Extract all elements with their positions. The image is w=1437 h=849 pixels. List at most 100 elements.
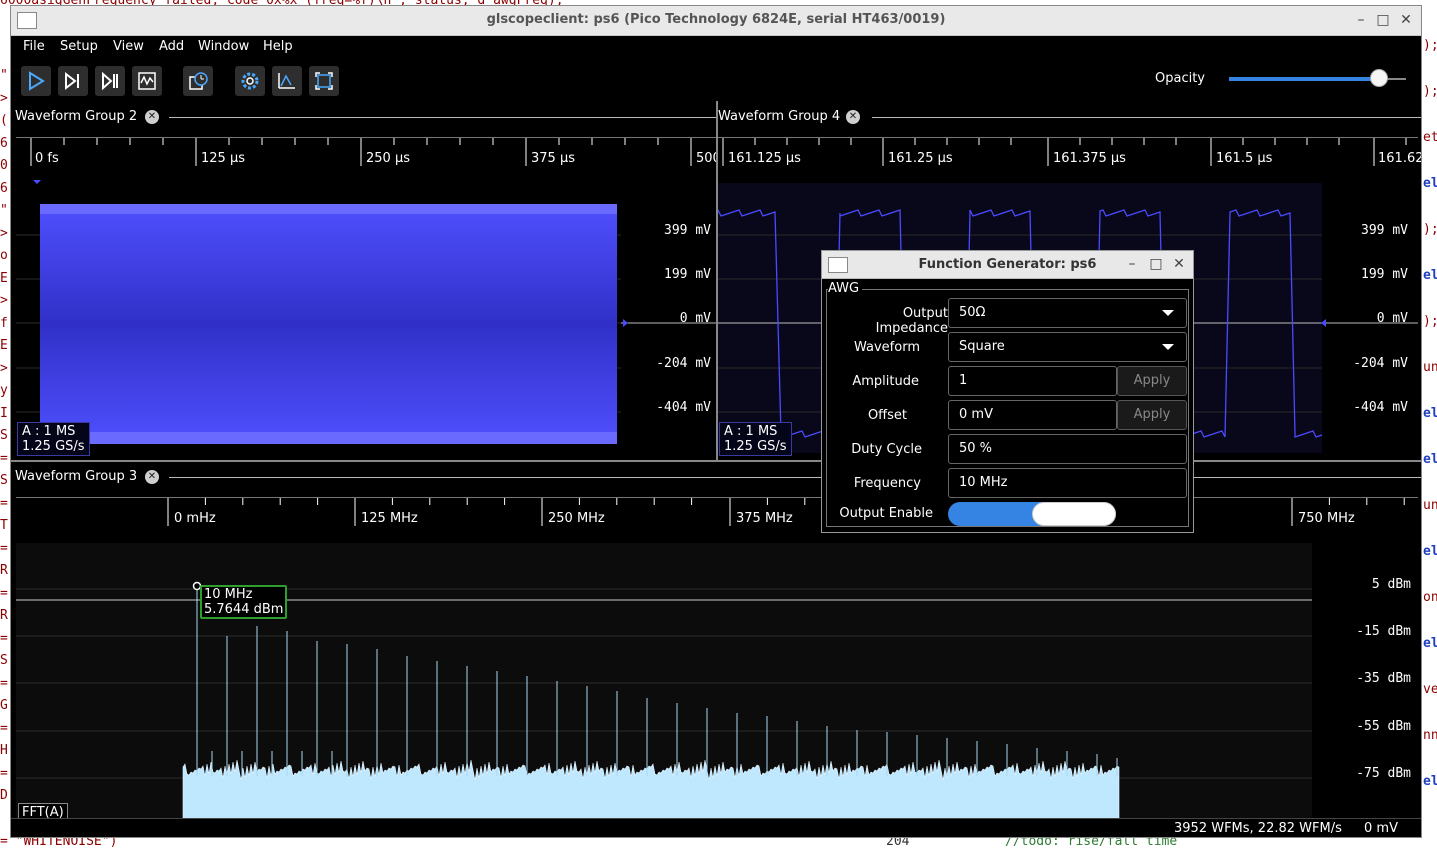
waveform-group-2-header: Waveform Group 2 ✕ <box>11 106 716 128</box>
output-impedance-label: Output Impedance <box>875 306 948 336</box>
close-icon[interactable]: ✕ <box>1398 12 1414 28</box>
bg-code-line: ( <box>0 113 8 128</box>
group-2-tick-label: 0 fs <box>35 151 59 166</box>
bg-code-line: el <box>1423 636 1437 651</box>
waveform-group-3-header: Waveform Group 3 ✕ <box>11 466 1421 488</box>
group-2-tick-label: 250 µs <box>366 151 410 166</box>
bg-code-line: > <box>0 293 8 308</box>
group-4-volt-label: -204 mV <box>1353 356 1408 371</box>
bg-code-line: E <box>0 338 8 353</box>
chevron-down-icon <box>1162 310 1174 316</box>
group-2-volt-label: -404 mV <box>656 400 711 415</box>
history-button[interactable] <box>183 66 213 96</box>
bg-code-line: ); <box>1423 222 1437 237</box>
group-3-level-label: 5 dBm <box>1371 577 1411 592</box>
group-3-frequency-ruler[interactable]: 0 mHz 125 MHz 250 MHz 375 MHz 750 MHz <box>16 497 1418 526</box>
group-3-close-icon[interactable]: ✕ <box>145 470 159 484</box>
dialog-title-bar[interactable]: Function Generator: ps6 – □ ✕ <box>822 251 1193 279</box>
dialog-close-icon[interactable]: ✕ <box>1171 256 1187 272</box>
bg-code-line: > <box>0 225 8 241</box>
window-title: glscopeclient: ps6 (Pico Technology 6824… <box>486 12 946 27</box>
menu-help[interactable]: Help <box>263 39 293 54</box>
group-2-plot-area[interactable]: 399 mV 199 mV 0 mV -204 mV -404 mV A : 1… <box>16 166 716 459</box>
group-4-tick-label: 161.25 µs <box>888 151 953 166</box>
bg-code-line: G <box>0 698 8 713</box>
step-icon <box>65 71 79 91</box>
maximize-icon[interactable]: □ <box>1375 12 1391 28</box>
amplitude-field[interactable]: 1 <box>948 366 1117 396</box>
bg-code-line: = <box>0 585 8 601</box>
group-2-channel-info[interactable]: A : 1 MS 1.25 GS/s <box>17 422 90 456</box>
history-icon <box>189 72 208 90</box>
group-2-tick-label: 375 µs <box>531 151 575 166</box>
play-icon <box>29 71 45 91</box>
waveform-label: Waveform <box>854 340 920 355</box>
opacity-slider-handle[interactable] <box>1370 69 1389 87</box>
fullscreen-button[interactable] <box>309 66 339 96</box>
channel-name: A : 1 MS <box>22 424 76 439</box>
group-4-volt-label: -404 mV <box>1353 400 1408 415</box>
bg-code-line: S <box>0 473 8 488</box>
menu-add[interactable]: Add <box>159 39 184 54</box>
amplitude-label: Amplitude <box>852 374 919 389</box>
menu-view[interactable]: View <box>113 39 144 54</box>
refresh-settings-button[interactable] <box>235 66 265 96</box>
group-3-level-label: -35 dBm <box>1356 671 1411 686</box>
bg-code-line: S <box>0 428 8 443</box>
group-4-tick-label: 161.5 µs <box>1216 151 1273 166</box>
output-enable-toggle[interactable] <box>948 502 1116 526</box>
bg-code-line: y <box>0 383 8 398</box>
menu-file[interactable]: File <box>23 39 45 54</box>
dialog-maximize-icon[interactable]: □ <box>1148 256 1164 272</box>
offset-apply-button[interactable]: Apply <box>1117 400 1187 430</box>
duty-cycle-field[interactable]: 50 % <box>948 434 1187 464</box>
group-2-volt-label: 0 mV <box>679 311 711 326</box>
stop-trigger-button[interactable] <box>132 66 162 96</box>
waveform-value: Square <box>959 339 1005 354</box>
bg-code-line: T <box>0 518 8 533</box>
force-icon <box>102 71 118 91</box>
bg-code-line: 0 <box>0 158 8 173</box>
group-3-plot-area[interactable]: 5 dBm -15 dBm -35 dBm -55 dBm -75 dBm 10… <box>16 526 1418 822</box>
group-2-time-ruler[interactable]: 0 fs 125 µs 250 µs 375 µs 500 <box>16 137 721 166</box>
group-2-close-icon[interactable]: ✕ <box>145 110 159 124</box>
minimize-icon[interactable]: – <box>1353 12 1369 28</box>
start-trigger-button[interactable] <box>21 66 51 96</box>
menu-setup[interactable]: Setup <box>60 39 98 54</box>
dialog-minimize-icon[interactable]: – <box>1124 256 1140 272</box>
bg-code-line: f <box>0 315 8 331</box>
group-4-channel-info[interactable]: A : 1 MS 1.25 GS/s <box>719 422 792 456</box>
group-4-close-icon[interactable]: ✕ <box>846 110 860 124</box>
amplitude-apply-button[interactable]: Apply <box>1117 366 1187 396</box>
bg-code-line: 6 <box>0 135 8 151</box>
frequency-field[interactable]: 10 MHz <box>948 468 1187 498</box>
bg-code-line: S <box>0 653 8 668</box>
bg-code-line: > <box>0 90 8 106</box>
bg-code-line: ve <box>1423 682 1437 697</box>
waveform-envelope <box>40 204 617 444</box>
force-trigger-button[interactable] <box>95 66 125 96</box>
offset-field[interactable]: 0 mV <box>948 400 1117 430</box>
waveform-bottom-band <box>40 432 617 444</box>
voltage-status: 0 mV <box>1364 821 1398 836</box>
single-trigger-button[interactable] <box>58 66 88 96</box>
group-3-level-label: -55 dBm <box>1356 719 1411 734</box>
group-3-tick-label: 125 MHz <box>361 511 418 526</box>
group-4-header-rule <box>872 117 1421 118</box>
group-2-header-rule <box>169 117 716 118</box>
gear-icon <box>241 72 259 90</box>
menu-bar: File Setup View Add Window Help <box>11 36 1421 58</box>
opacity-slider[interactable] <box>1229 69 1406 87</box>
waveform-dropdown[interactable]: Square <box>948 332 1187 362</box>
clear-sweeps-button[interactable] <box>272 66 302 96</box>
horizontal-splitter[interactable] <box>11 460 1421 462</box>
glscopeclient-window: glscopeclient: ps6 (Pico Technology 6824… <box>10 5 1422 838</box>
bg-code-line: D <box>0 788 8 803</box>
menu-window[interactable]: Window <box>198 39 249 54</box>
bg-code-line: = <box>0 630 8 646</box>
bg-code-line: on <box>1423 590 1437 605</box>
bg-code-line: = <box>0 495 8 511</box>
group-4-time-ruler[interactable]: 161.125 µs 161.25 µs 161.375 µs 161.5 µs… <box>718 137 1421 166</box>
group-4-volt-label: 0 mV <box>1376 311 1408 326</box>
output-impedance-dropdown[interactable]: 50Ω <box>948 298 1187 328</box>
